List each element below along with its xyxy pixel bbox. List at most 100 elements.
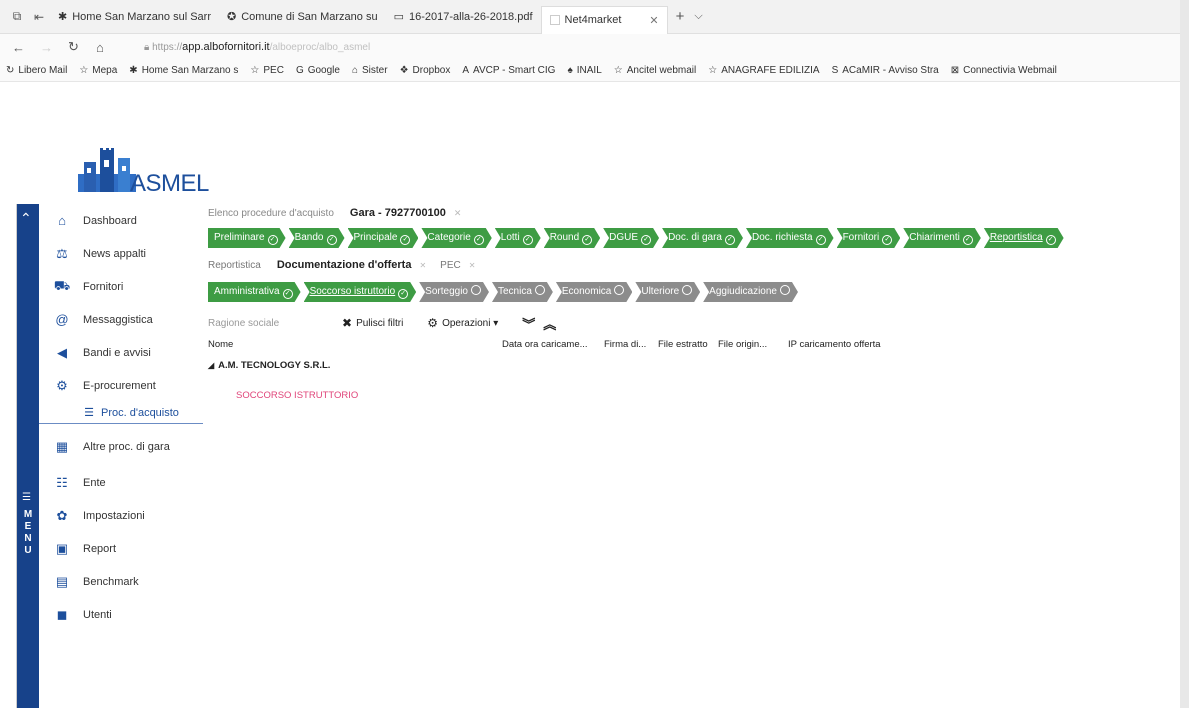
gara-title: Gara - 7927700100 bbox=[349, 207, 446, 219]
sidebar-item-12[interactable]: ◼ Utenti bbox=[39, 598, 203, 631]
col-file-origin[interactable]: File origin... bbox=[718, 339, 788, 350]
expand-all-icon[interactable]: ︾ bbox=[522, 314, 535, 333]
step-1[interactable]: Bando ✓ bbox=[289, 228, 345, 248]
bookmark-item[interactable]: A AVCP - Smart CIG bbox=[462, 65, 555, 76]
substep-1[interactable]: Soccorso istruttorio ✓ bbox=[304, 282, 417, 302]
forward-arrow-icon[interactable]: → bbox=[40, 40, 68, 55]
url-field[interactable]: 🔒︎ https://app.albofornitori.it/alboepro… bbox=[144, 41, 370, 53]
col-file-estratto[interactable]: File estratto bbox=[658, 339, 718, 350]
bookmark-item[interactable]: ☆ PEC bbox=[250, 65, 284, 76]
address-bar: ← → ↻ ⌂ 🔒︎ https://app.albofornitori.it/… bbox=[0, 34, 1189, 60]
step-0[interactable]: Preliminare ✓ bbox=[208, 228, 286, 248]
operations-button[interactable]: ⚙ Operazioni ▾ bbox=[427, 316, 498, 330]
browser-tab-1[interactable]: ✪ Comune di San Marzano su bbox=[219, 4, 386, 30]
step-3[interactable]: Categorie ✓ bbox=[421, 228, 491, 248]
step-11[interactable]: Reportistica ✓ bbox=[984, 228, 1064, 248]
step-label: Preliminare bbox=[214, 232, 265, 243]
cog-icon: ✿ bbox=[56, 507, 68, 523]
grid-toolbar: Ragione sociale ✖ Pulisci filtri ⚙ Opera… bbox=[208, 310, 1168, 336]
col-ip[interactable]: IP caricamento offerta bbox=[788, 339, 881, 350]
sidebar-item-11[interactable]: ▤ Benchmark bbox=[39, 565, 203, 598]
bookmark-item[interactable]: ☆ Mepa bbox=[79, 65, 117, 76]
col-nome[interactable]: Nome bbox=[208, 339, 502, 350]
list-icon: ☰ bbox=[84, 407, 94, 419]
close-tab-icon[interactable]: ✕ bbox=[649, 14, 658, 27]
substep-3[interactable]: Tecnica bbox=[492, 282, 553, 302]
sidebar-item-0[interactable]: ⌂ Dashboard bbox=[39, 204, 203, 237]
step-8[interactable]: Doc. richiesta ✓ bbox=[746, 228, 834, 248]
subtab-0[interactable]: Reportistica bbox=[208, 260, 261, 271]
tab-aside-icon[interactable]: ⇤ bbox=[28, 10, 50, 24]
menu-label[interactable]: MENU bbox=[22, 509, 34, 557]
step-10[interactable]: Chiarimenti ✓ bbox=[903, 228, 981, 248]
step-7[interactable]: Doc. di gara ✓ bbox=[662, 228, 743, 248]
circle-icon bbox=[471, 285, 481, 295]
substep-6[interactable]: Aggiudicazione bbox=[703, 282, 798, 302]
collapse-all-icon[interactable]: ︽ bbox=[543, 314, 556, 333]
step-9[interactable]: Fornitori ✓ bbox=[837, 228, 901, 248]
step-6[interactable]: DGUE ✓ bbox=[603, 228, 659, 248]
bookmark-item[interactable]: ⌂ Sister bbox=[352, 65, 388, 76]
bookmark-item[interactable]: G Google bbox=[296, 65, 340, 76]
bookmark-item[interactable]: S ACaMIR - Avviso Stra bbox=[832, 65, 939, 76]
breadcrumb-link[interactable]: Elenco procedure d'acquisto bbox=[208, 208, 334, 219]
new-tab-icon[interactable]: + bbox=[676, 8, 685, 25]
browser-tab-2[interactable]: ▭ 16-2017-alla-26-2018.pdf bbox=[386, 4, 541, 30]
close-gara-icon[interactable]: ✕ bbox=[454, 208, 462, 219]
collapse-triangle-icon[interactable]: ◢ bbox=[208, 361, 214, 370]
clear-filters-button[interactable]: ✖ Pulisci filtri bbox=[342, 316, 403, 330]
sidebar-item-1[interactable]: ⚖ News appalti bbox=[39, 237, 203, 270]
sidebar-item-9[interactable]: ✿ Impostazioni bbox=[39, 499, 203, 532]
chevron-down-icon[interactable]: ⌵ bbox=[694, 10, 702, 23]
sidebar-item-6[interactable]: ☰ Proc. d'acquisto bbox=[39, 402, 203, 424]
substep-4[interactable]: Economica bbox=[556, 282, 632, 302]
home-icon[interactable]: ⌂ bbox=[96, 40, 124, 55]
check-icon: ✓ bbox=[327, 235, 337, 245]
step-2[interactable]: Principale ✓ bbox=[348, 228, 419, 248]
sidebar-item-10[interactable]: ▣ Report bbox=[39, 532, 203, 565]
tab-actions-icon[interactable]: ⧉ bbox=[6, 9, 28, 24]
browser-tab-0[interactable]: ✱ Home San Marzano sul Sarr bbox=[50, 4, 219, 30]
browser-tab-3[interactable]: Net4market ✕ bbox=[540, 5, 668, 34]
step-5[interactable]: Round ✓ bbox=[544, 228, 600, 248]
close-tab-icon[interactable]: ✕ bbox=[419, 261, 426, 270]
col-firma[interactable]: Firma di... bbox=[604, 339, 658, 350]
list-item[interactable]: SOCCORSO ISTRUTTORIO bbox=[236, 390, 1168, 401]
table-group-row[interactable]: ◢ A.M. TECNOLOGY S.R.L. bbox=[208, 356, 1168, 374]
sidebar-item-4[interactable]: ◀ Bandi e avvisi bbox=[39, 336, 203, 369]
circle-icon bbox=[535, 285, 545, 295]
tab-favicon: ✱ bbox=[58, 11, 68, 23]
substep-0[interactable]: Amministrativa ✓ bbox=[208, 282, 301, 302]
subtab-2[interactable]: PEC bbox=[440, 260, 461, 271]
sidebar-item-7[interactable]: ▦ Altre proc. di gara bbox=[39, 428, 203, 466]
refresh-icon[interactable]: ↻ bbox=[68, 39, 96, 55]
back-arrow-icon[interactable]: ← bbox=[12, 40, 40, 55]
bookmark-item[interactable]: ↻ Libero Mail bbox=[6, 65, 67, 76]
sidebar-item-label: E-procurement bbox=[83, 379, 156, 392]
url-domain: app.albofornitori.it bbox=[182, 41, 270, 53]
step-4[interactable]: Lotti ✓ bbox=[495, 228, 541, 248]
asmel-logo[interactable]: ASMEL bbox=[74, 148, 209, 200]
step-label: Principale bbox=[353, 232, 398, 243]
bookmark-item[interactable]: ❖ Dropbox bbox=[400, 65, 451, 76]
menu-icon[interactable]: ☰ bbox=[22, 492, 31, 503]
substep-5[interactable]: Ulteriore bbox=[635, 282, 700, 302]
substep-2[interactable]: Sorteggio bbox=[419, 282, 489, 302]
chevron-up-icon[interactable]: ⌃ bbox=[20, 210, 32, 227]
col-data[interactable]: Data ora caricame... bbox=[502, 339, 604, 350]
sidebar-item-8[interactable]: ☷ Ente bbox=[39, 466, 203, 499]
sidebar-item-5[interactable]: ⚙ E-procurement bbox=[39, 369, 203, 402]
bookmark-item[interactable]: ⊠ Connectivia Webmail bbox=[951, 65, 1057, 76]
bookmark-item[interactable]: ♠ INAIL bbox=[567, 65, 601, 76]
sidebar-item-2[interactable]: ⛟ Fornitori bbox=[39, 270, 203, 303]
ragione-sociale-filter[interactable]: Ragione sociale bbox=[208, 318, 342, 329]
bookmark-label: ANAGRAFE EDILIZIA bbox=[721, 65, 820, 76]
close-tab-icon[interactable]: ✕ bbox=[469, 261, 476, 270]
bookmark-item[interactable]: ✱ Home San Marzano s bbox=[129, 65, 238, 76]
bookmark-item[interactable]: ☆ ANAGRAFE EDILIZIA bbox=[708, 65, 819, 76]
grid-icon: ▦ bbox=[55, 439, 69, 454]
bookmark-item[interactable]: ☆ Ancitel webmail bbox=[614, 65, 696, 76]
sidebar-item-3[interactable]: @ Messaggistica bbox=[39, 303, 203, 336]
check-icon: ✓ bbox=[963, 235, 973, 245]
subtab-1[interactable]: Documentazione d'offerta bbox=[277, 259, 412, 271]
